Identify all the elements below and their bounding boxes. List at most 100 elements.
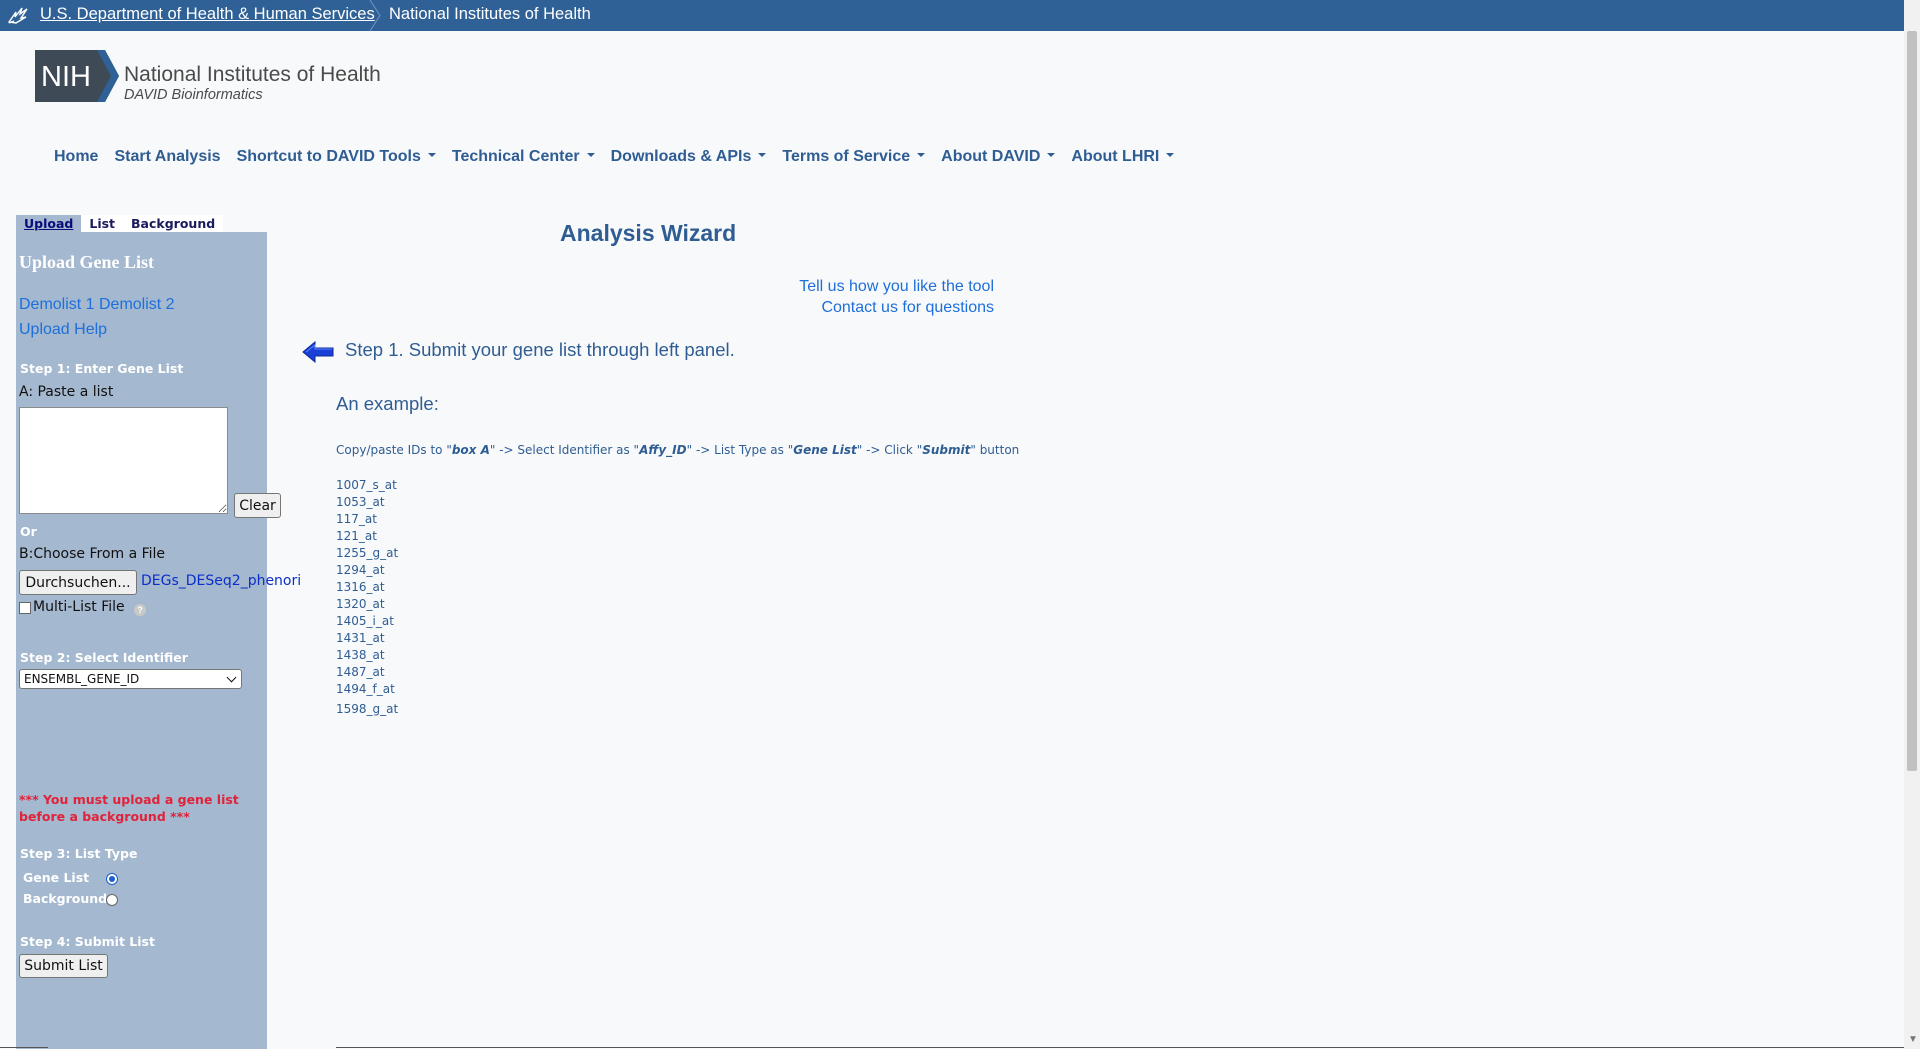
step1-instruction: Step 1. Submit your gene list through le… <box>345 339 735 360</box>
caret-down-icon <box>586 153 595 157</box>
or-label: Or <box>20 524 37 539</box>
example-id: 1255_g_at <box>336 546 399 560</box>
identifier-select-value: ENSEMBL_GENE_ID <box>24 672 140 686</box>
demolist-1-link[interactable]: Demolist 1 <box>19 296 95 314</box>
caret-down-icon <box>917 153 926 157</box>
nav-start-analysis[interactable]: Start Analysis <box>114 148 220 166</box>
example-id: 1053_at <box>336 495 385 509</box>
gene-list-radio-label: Gene List <box>23 870 90 885</box>
nih-logo[interactable]: NIH <box>35 50 119 102</box>
instr-text: Copy/paste IDs to " <box>336 443 452 457</box>
nav-label: Downloads & APIs <box>610 148 752 165</box>
nav-label: Start Analysis <box>114 148 221 165</box>
nav-label: Technical Center <box>451 148 580 165</box>
nav-label: Shortcut to DAVID Tools <box>236 148 421 165</box>
step4-heading: Step 4: Submit List <box>20 934 155 949</box>
demolist-2-link[interactable]: Demolist 2 <box>99 296 175 314</box>
example-id: 1405_i_at <box>336 614 394 628</box>
nav-label: About DAVID <box>941 148 1041 165</box>
feedback-link[interactable]: Tell us how you like the tool <box>790 278 994 296</box>
upload-help-link[interactable]: Upload Help <box>19 321 107 339</box>
step3-heading: Step 3: List Type <box>20 846 138 861</box>
choose-file-label: B:Choose From a File <box>19 546 166 562</box>
contact-link[interactable]: Contact us for questions <box>790 299 994 317</box>
example-instructions: Copy/paste IDs to "box A" -> Select Iden… <box>336 443 1019 457</box>
nav-shortcut-tools[interactable]: Shortcut to DAVID Tools <box>237 148 436 166</box>
panel-tabs: Upload List Background <box>16 215 224 232</box>
gene-list-radio[interactable] <box>106 873 118 885</box>
example-id: 1294_at <box>336 563 385 577</box>
hhs-eagle-icon[interactable] <box>6 4 30 26</box>
background-radio-label: Background <box>23 891 108 906</box>
nav-about-david[interactable]: About DAVID <box>941 148 1056 166</box>
instr-emphasis: Affy_ID <box>639 443 687 457</box>
browse-button[interactable]: Durchsuchen... <box>19 570 137 595</box>
example-id: 1431_at <box>336 631 385 645</box>
instr-text: " -> List Type as " <box>686 443 794 457</box>
caret-down-icon <box>1047 153 1056 157</box>
instr-emphasis: box A <box>451 443 490 457</box>
instr-text: " button <box>970 443 1020 457</box>
example-id: 117_at <box>336 512 377 526</box>
tab-list[interactable]: List <box>81 215 124 232</box>
nav-about-lhri[interactable]: About LHRI <box>1071 148 1175 166</box>
logo-title: National Institutes of Health <box>124 63 381 86</box>
clear-button[interactable]: Clear <box>234 493 281 518</box>
main-nav: Home Start Analysis Shortcut to DAVID To… <box>54 148 1190 166</box>
example-id: 1494_f_at <box>336 682 395 696</box>
example-id: 121_at <box>336 529 377 543</box>
nav-technical-center[interactable]: Technical Center <box>452 148 595 166</box>
help-icon[interactable]: ? <box>134 604 146 616</box>
identifier-select[interactable]: ENSEMBL_GENE_ID <box>19 669 242 689</box>
left-arrow-icon <box>302 341 334 363</box>
step2-heading: Step 2: Select Identifier <box>20 650 188 665</box>
instr-text: " -> Select Identifier as " <box>489 443 640 457</box>
paste-list-label: A: Paste a list <box>19 384 114 400</box>
page-scrollbar[interactable]: ▼ <box>1904 0 1920 1049</box>
example-id: 1320_at <box>336 597 385 611</box>
chevron-down-icon <box>226 672 237 683</box>
bottom-divider <box>0 1047 48 1048</box>
page-title: Analysis Wizard <box>560 220 737 246</box>
scroll-down-icon[interactable]: ▼ <box>1908 1034 1918 1045</box>
example-id: 1316_at <box>336 580 385 594</box>
example-heading: An example: <box>336 393 439 414</box>
caret-down-icon <box>758 153 767 157</box>
example-id: 1007_s_at <box>336 478 397 492</box>
submit-list-button[interactable]: Submit List <box>19 954 108 978</box>
caret-down-icon <box>427 153 436 157</box>
background-warning: *** You must upload a gene list before a… <box>19 792 239 824</box>
nih-logo-badge: NIH <box>41 61 91 93</box>
nav-label: About LHRI <box>1071 148 1160 165</box>
nav-home[interactable]: Home <box>54 148 98 166</box>
multi-list-label: Multi-List File <box>33 599 125 615</box>
example-id-list: 1007_s_at 1053_at 117_at 121_at 1255_g_a… <box>336 477 398 718</box>
multi-list-checkbox[interactable] <box>19 602 31 614</box>
background-radio[interactable] <box>106 894 118 906</box>
paste-list-textarea[interactable] <box>19 407 228 514</box>
example-id: 1598_g_at <box>336 702 399 716</box>
tab-upload[interactable]: Upload <box>16 215 82 232</box>
instr-emphasis: Gene List <box>793 443 857 457</box>
selected-file-name: DEGs_DESeq2_phenori <box>141 573 302 589</box>
instr-emphasis: Submit <box>922 443 971 457</box>
step1-heading: Step 1: Enter Gene List <box>20 361 184 376</box>
example-id: 1438_at <box>336 648 385 662</box>
scrollbar-thumb[interactable] <box>1907 31 1917 771</box>
example-id: 1487_at <box>336 665 385 679</box>
nav-label: Terms of Service <box>782 148 911 165</box>
nav-terms-of-service[interactable]: Terms of Service <box>782 148 926 166</box>
panel-title: Upload Gene List <box>19 252 155 272</box>
bottom-divider <box>336 1047 1904 1048</box>
instr-text: " -> Click " <box>856 443 923 457</box>
upload-panel: Upload Gene List Demolist 1 Demolist 2 U… <box>16 232 301 1049</box>
hhs-top-bar: U.S. Department of Health & Human Servic… <box>0 0 1904 31</box>
logo-subtitle: DAVID Bioinformatics <box>124 87 263 103</box>
tab-background[interactable]: Background <box>123 215 224 232</box>
breadcrumb-separator <box>369 0 381 31</box>
hhs-link[interactable]: U.S. Department of Health & Human Servic… <box>40 5 375 24</box>
caret-down-icon <box>1166 153 1175 157</box>
nav-label: Home <box>54 148 99 165</box>
nih-link[interactable]: National Institutes of Health <box>389 5 591 24</box>
nav-downloads-apis[interactable]: Downloads & APIs <box>611 148 767 166</box>
